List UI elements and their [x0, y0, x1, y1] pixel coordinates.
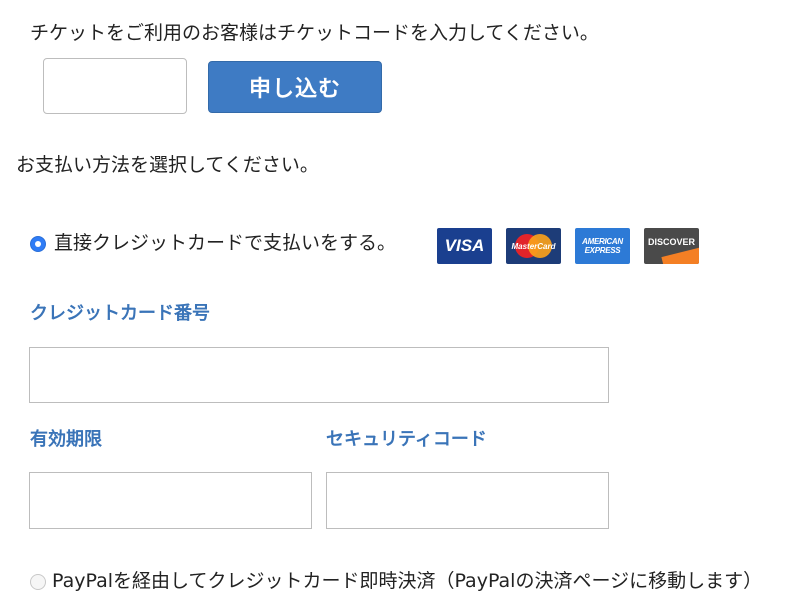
amex-logo-text-line1: AMERICAN [582, 237, 623, 246]
card-number-label: クレジットカード番号 [30, 303, 210, 324]
ticket-instruction: チケットをご利用のお客様はチケットコードを入力してください。 [30, 22, 599, 44]
security-code-field[interactable] [326, 472, 609, 529]
card-number-field[interactable] [29, 347, 609, 403]
discover-logo-text: DISCOVER [647, 237, 695, 247]
visa-logo: VISA [437, 228, 492, 264]
amex-logo: AMERICAN EXPRESS [575, 228, 630, 264]
security-code-label: セキュリティコード [326, 429, 487, 450]
visa-logo-text: VISA [444, 236, 485, 255]
amex-logo-text-line2: EXPRESS [584, 246, 621, 255]
payment-method-heading: お支払い方法を選択してください。 [16, 154, 319, 176]
discover-logo: DISCOVER [644, 228, 699, 264]
ticket-code-input[interactable] [43, 58, 187, 114]
apply-button[interactable]: 申し込む [208, 61, 382, 113]
payment-page: チケットをご利用のお客様はチケットコードを入力してください。 申し込む お支払い… [0, 0, 800, 603]
paypal-option-label[interactable]: PayPalを経由してクレジットカード即時決済（PayPalの決済ページに移動し… [52, 568, 762, 594]
discover-swoosh [661, 247, 699, 264]
expiry-label: 有効期限 [30, 429, 102, 450]
paypal-radio[interactable] [30, 574, 46, 590]
expiry-field[interactable] [29, 472, 312, 529]
credit-card-radio[interactable] [30, 236, 46, 252]
mastercard-logo-text: MasterCard [511, 241, 556, 251]
credit-card-option-label[interactable]: 直接クレジットカードで支払いをする。 [54, 230, 396, 256]
mastercard-logo: MasterCard [506, 228, 561, 264]
